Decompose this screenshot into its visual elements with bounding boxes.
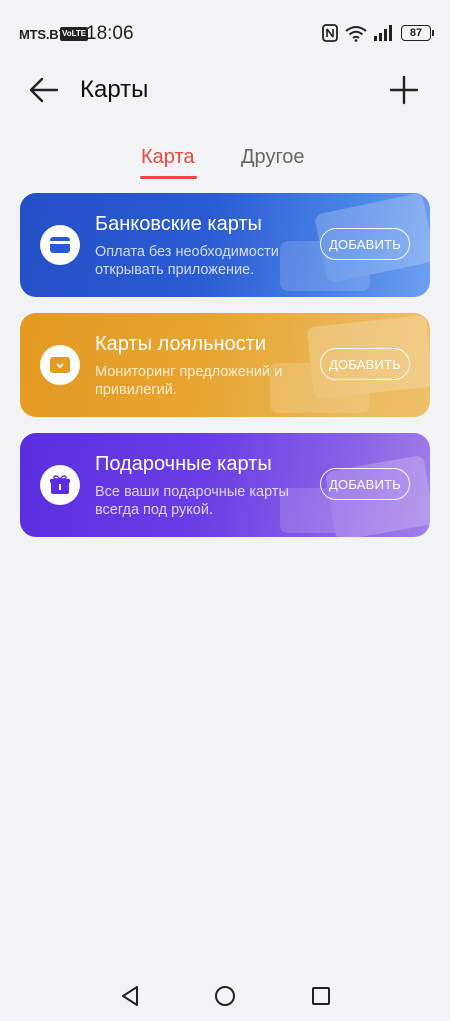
add-gift-card-button[interactable]: ДОБАВИТЬ — [320, 468, 410, 500]
card-description: Все ваши подарочные карты всегда под рук… — [95, 484, 289, 518]
card-description: Оплата без необходимости открывать прило… — [95, 244, 279, 278]
gift-icon — [40, 465, 80, 505]
nav-recent-button[interactable] — [310, 985, 332, 1007]
tab-card[interactable]: Карта — [141, 146, 195, 169]
nfc-icon — [322, 24, 338, 42]
tab-other[interactable]: Другое — [241, 146, 305, 169]
page-title: Карты — [80, 76, 149, 103]
nav-recent-icon — [312, 987, 330, 1005]
app-header: Карты — [0, 66, 450, 114]
status-icons: 87 — [322, 22, 434, 44]
plus-icon — [389, 75, 419, 105]
battery-level: 87 — [409, 27, 423, 39]
nav-back-icon — [122, 986, 138, 1006]
wifi-icon — [345, 25, 367, 42]
add-bank-card-button[interactable]: ДОБАВИТЬ — [320, 228, 410, 260]
volte-badge: VoLTE — [60, 27, 89, 41]
add-loyalty-card-button[interactable]: ДОБАВИТЬ — [320, 348, 410, 380]
gift-cards-card[interactable]: Подарочные карты Все ваши подарочные кар… — [20, 433, 430, 537]
nav-home-icon — [215, 986, 235, 1006]
credit-card-icon — [40, 225, 80, 265]
card-description: Мониторинг предложений и привилегий. — [95, 364, 283, 398]
tab-bar: Карта Другое — [0, 146, 450, 182]
loyalty-card-icon — [40, 345, 80, 385]
card-title: Банковские карты — [95, 213, 262, 235]
add-button[interactable] — [388, 74, 420, 106]
card-title: Карты лояльности — [95, 333, 266, 355]
active-tab-indicator — [140, 176, 197, 179]
loyalty-cards-card[interactable]: Карты лояльности Мониторинг предложений … — [20, 313, 430, 417]
card-title: Подарочные карты — [95, 453, 272, 475]
status-bar: MTS.BY VoLTE 18:06 87 — [0, 0, 450, 66]
nav-back-button[interactable] — [119, 985, 141, 1007]
nav-home-button[interactable] — [214, 985, 236, 1007]
clock: 18:06 — [86, 23, 134, 44]
system-nav-bar — [0, 970, 450, 1021]
arrow-left-icon — [29, 77, 59, 103]
bank-cards-card[interactable]: Банковские карты Оплата без необходимост… — [20, 193, 430, 297]
back-button[interactable] — [27, 75, 61, 105]
signal-icon — [374, 25, 392, 41]
battery-icon: 87 — [401, 25, 434, 41]
